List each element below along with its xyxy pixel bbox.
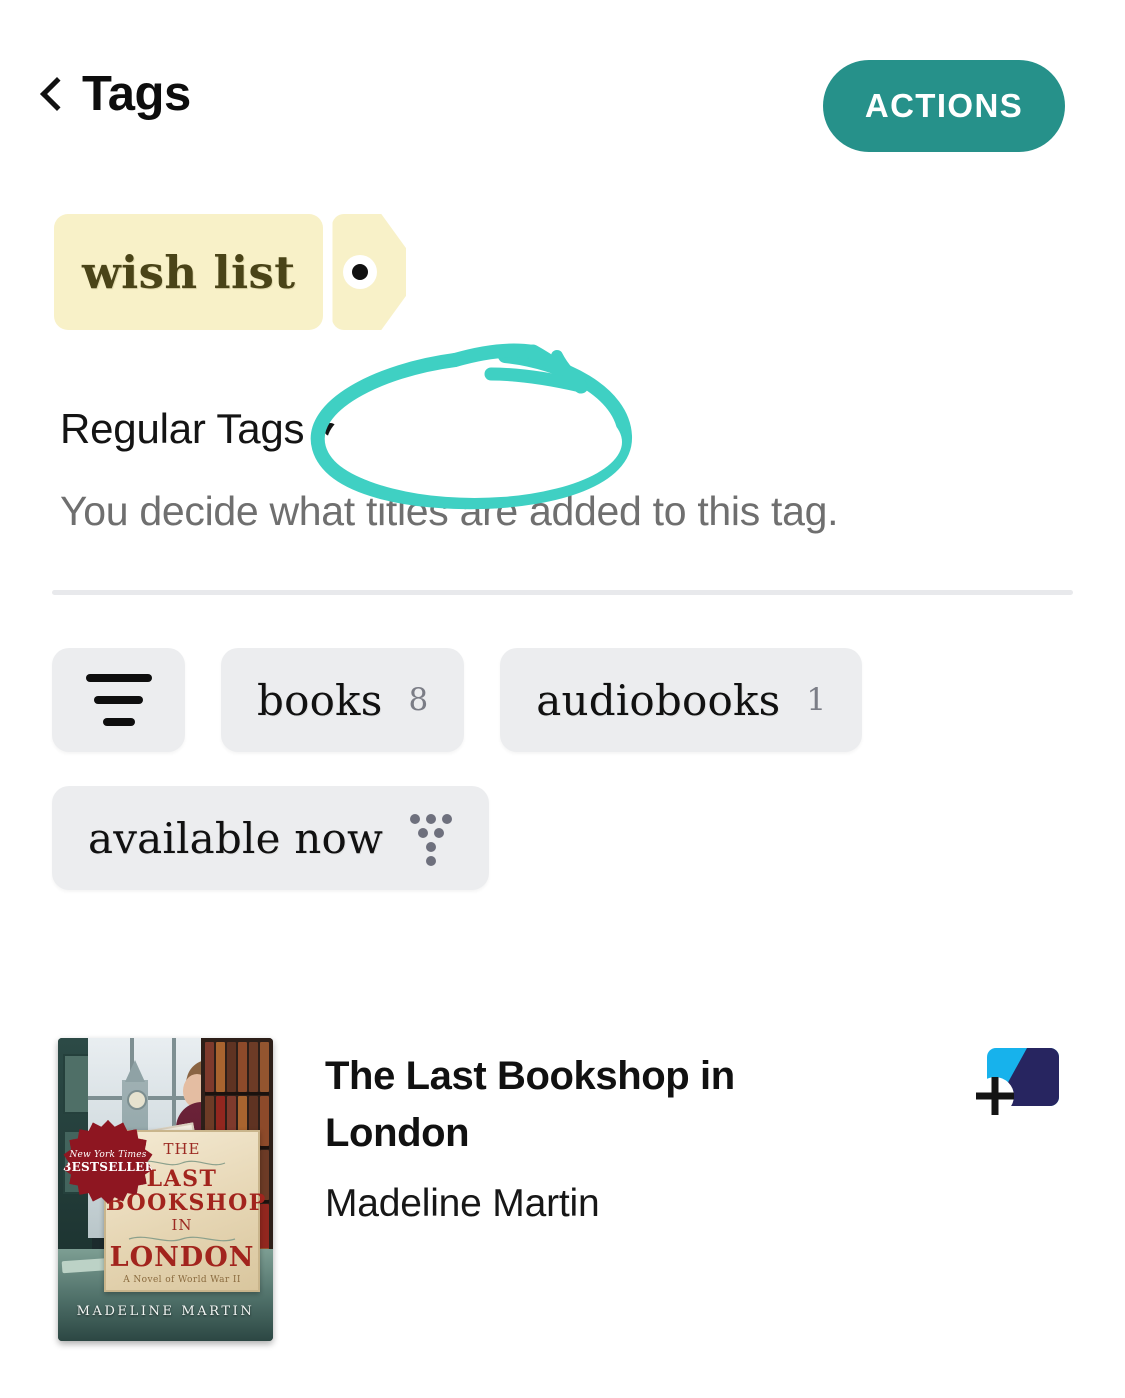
cover-title-line5: LONDON [109, 1241, 255, 1273]
add-to-tag-icon[interactable] [973, 1044, 1065, 1120]
tag-type-description: You decide what titles are added to this… [60, 488, 839, 534]
title-info: The Last Bookshop in London Madeline Mar… [325, 1048, 885, 1226]
cover-subtitle: A Novel of World War II [123, 1275, 241, 1286]
book-cover-thumbnail[interactable]: THE LAST BOOKSHOP IN LONDON A Novel of W… [58, 1038, 273, 1341]
filter-chip-label: audiobooks [536, 675, 781, 725]
cover-author-name: MADELINE MARTIN [76, 1304, 255, 1319]
filter-chip-available-now[interactable]: available now [52, 786, 490, 890]
page-header: Tags ACTIONS [0, 0, 1125, 190]
filter-chip-label: available now [88, 813, 384, 863]
bullet-separator-icon [324, 422, 338, 436]
back-navigation[interactable]: Tags [38, 70, 191, 119]
seal-line2: BESTSELLER [61, 1160, 155, 1174]
cover-artwork: THE LAST BOOKSHOP IN LONDON A Novel of W… [58, 1038, 273, 1341]
tag-type-name: Regular Tags [60, 405, 305, 452]
filter-chip-count: 1 [806, 682, 827, 718]
change-tag-type-link[interactable]: Change [357, 405, 503, 453]
tag-name: wish list [82, 245, 296, 299]
sort-lines-icon[interactable] [85, 674, 152, 726]
cover-title-line4: IN [171, 1215, 193, 1234]
page-title: Tags [82, 67, 191, 121]
title-list-item: THE LAST BOOKSHOP IN LONDON A Novel of W… [0, 1030, 1125, 1360]
section-divider [52, 590, 1073, 595]
tag-tail [332, 214, 407, 330]
actions-button[interactable]: ACTIONS [823, 60, 1065, 152]
filter-chip-count: 8 [408, 682, 429, 718]
tag-hole-icon [343, 255, 378, 289]
seal-line1: New York Times [69, 1150, 147, 1160]
cover-title-line3: BOOKSHOP [106, 1189, 267, 1216]
dotted-funnel-icon [409, 814, 453, 866]
tag-type-row: Regular Tags Change [60, 405, 503, 453]
sort-filter-button[interactable] [52, 648, 185, 752]
filter-chip-books[interactable]: books 8 [221, 648, 465, 752]
filter-chip-row: books 8 audiobooks 1 available now [52, 648, 1082, 890]
filter-chip-audiobooks[interactable]: audiobooks 1 [500, 648, 863, 752]
book-title[interactable]: The Last Bookshop in London [325, 1048, 755, 1162]
tag-chip[interactable]: wish list [54, 214, 407, 330]
filter-chip-label: books [257, 675, 383, 725]
book-author: Madeline Martin [325, 1181, 600, 1225]
chevron-left-icon[interactable] [38, 73, 64, 117]
tag-chip-label[interactable]: wish list [54, 214, 324, 330]
